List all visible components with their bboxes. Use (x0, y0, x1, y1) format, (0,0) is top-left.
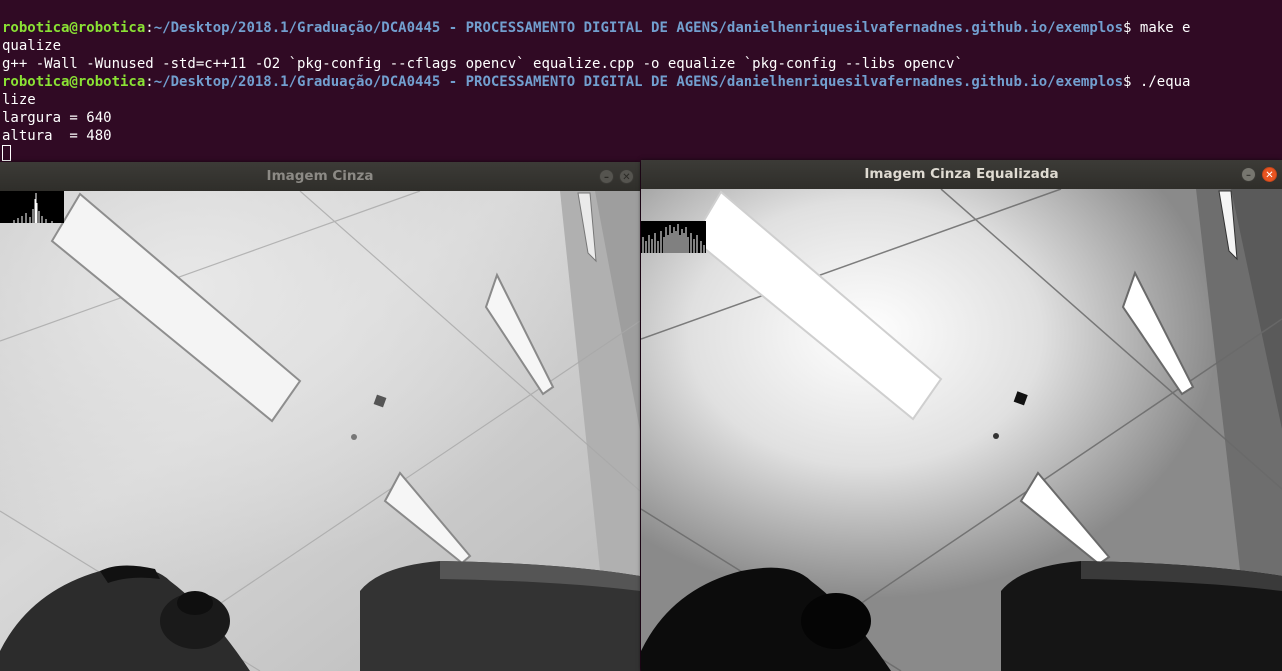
window-title: Imagem Cinza (266, 168, 374, 184)
close-icon[interactable]: ✕ (1262, 167, 1277, 182)
prompt-user: robotica@robotica (2, 74, 146, 90)
prompt-user: robotica@robotica (2, 20, 146, 36)
window-imagem-cinza-equalizada[interactable]: Imagem Cinza Equalizada – ✕ (641, 160, 1282, 671)
window-titlebar[interactable]: Imagem Cinza – ✕ (0, 162, 640, 191)
terminal[interactable]: robotica@robotica:~/Desktop/2018.1/Gradu… (0, 0, 1282, 162)
image-canvas-gray (0, 191, 640, 671)
gray-image (0, 191, 640, 671)
minimize-icon[interactable]: – (599, 169, 614, 184)
command-text: $ make e (1123, 20, 1191, 36)
terminal-line: largura = 640 (2, 110, 112, 126)
histogram-gray (0, 191, 64, 223)
prompt-sep: : (145, 74, 154, 90)
terminal-line: lize (2, 92, 36, 108)
command-text: $ ./equa (1123, 74, 1191, 90)
terminal-line: robotica@robotica:~/Desktop/2018.1/Gradu… (0, 19, 1282, 37)
prompt-path: ~/Desktop/2018.1/Graduação/DCA0445 - PRO… (153, 74, 1124, 90)
close-icon[interactable]: ✕ (619, 169, 634, 184)
minimize-icon[interactable]: – (1241, 167, 1256, 182)
image-canvas-equalized (641, 189, 1282, 671)
window-titlebar[interactable]: Imagem Cinza Equalizada – ✕ (641, 160, 1282, 189)
prompt-sep: : (145, 20, 154, 36)
terminal-line: g++ -Wall -Wunused -std=c++11 -O2 `pkg-c… (2, 56, 963, 72)
prompt-path: ~/Desktop/2018.1/Graduação/DCA0445 - PRO… (153, 20, 1124, 36)
terminal-line: robotica@robotica:~/Desktop/2018.1/Gradu… (0, 73, 1282, 91)
window-title: Imagem Cinza Equalizada (864, 166, 1059, 182)
equalized-image (641, 189, 1282, 671)
terminal-line: qualize (2, 38, 62, 54)
window-imagem-cinza[interactable]: Imagem Cinza – ✕ (0, 162, 640, 671)
terminal-line: altura = 480 (2, 128, 112, 144)
text-cursor (2, 145, 11, 161)
histogram-equalized (641, 221, 706, 253)
